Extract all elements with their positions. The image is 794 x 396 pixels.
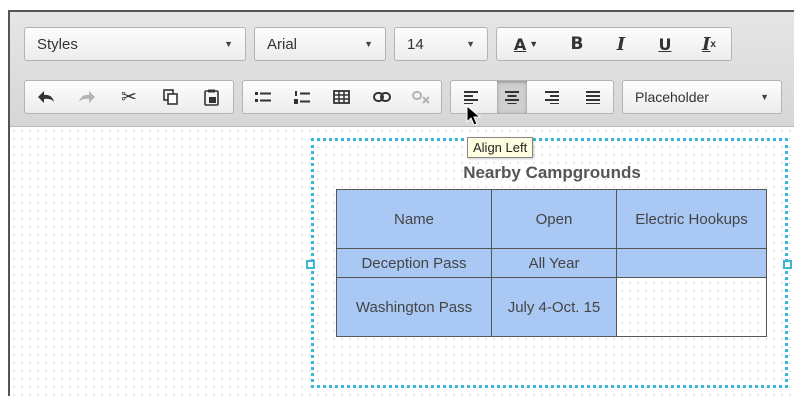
font-size-label: 14 — [407, 35, 424, 53]
undo-icon — [37, 91, 54, 103]
redo-button[interactable] — [72, 81, 102, 113]
align-center-icon — [504, 91, 519, 104]
table-cell[interactable] — [616, 277, 767, 337]
chevron-down-icon: ▼ — [529, 39, 539, 49]
link-button[interactable] — [367, 81, 397, 113]
unlink-button[interactable] — [406, 81, 436, 113]
table-cell[interactable]: Open — [491, 189, 617, 249]
table-cell[interactable]: Washington Pass — [336, 277, 492, 337]
bold-icon: B — [570, 34, 584, 54]
copy-button[interactable] — [156, 81, 186, 113]
history-clipboard-group: ✂ — [24, 80, 234, 114]
underline-button[interactable]: U — [650, 28, 680, 60]
table-cell[interactable]: Electric Hookups — [616, 189, 767, 249]
font-size-dropdown[interactable]: 14 ▼ — [394, 27, 488, 61]
table-cell[interactable]: All Year — [491, 248, 617, 278]
font-family-dropdown[interactable]: Arial ▼ — [254, 27, 386, 61]
resize-handle-right[interactable] — [783, 260, 792, 269]
align-center-button[interactable] — [496, 81, 527, 113]
clear-format-icon: I — [702, 33, 711, 55]
align-left-tooltip: Align Left — [467, 137, 534, 158]
toolbar: Styles ▼ Arial ▼ 14 ▼ A ▼ B I U Ix ✂ Pla… — [10, 12, 794, 127]
copy-icon — [162, 89, 178, 105]
clear-format-button[interactable]: Ix — [694, 28, 724, 60]
text-color-button[interactable]: A ▼ — [504, 28, 548, 60]
table-cell[interactable]: Deception Pass — [336, 248, 492, 278]
cut-button[interactable]: ✂ — [114, 81, 144, 113]
table-row: Name Open Electric Hookups — [336, 189, 767, 249]
link-icon — [372, 92, 391, 102]
text-format-group: A ▼ B I U Ix — [496, 27, 732, 61]
styles-dropdown[interactable]: Styles ▼ — [24, 27, 246, 61]
styles-dropdown-label: Styles — [37, 35, 78, 53]
align-justify-icon — [585, 91, 600, 104]
paste-icon — [204, 89, 219, 106]
clear-format-sub: x — [710, 38, 716, 50]
bold-button[interactable]: B — [562, 28, 592, 60]
bullet-list-icon — [254, 92, 271, 102]
placeholder-dropdown[interactable]: Placeholder ▼ — [622, 80, 782, 114]
unlink-icon — [412, 91, 430, 104]
text-color-icon: A — [513, 34, 527, 54]
table-icon — [333, 90, 351, 104]
mouse-pointer-icon — [466, 105, 482, 126]
redo-icon — [79, 91, 96, 103]
placeholder-label: Placeholder — [635, 89, 709, 105]
chevron-down-icon: ▼ — [760, 92, 769, 102]
align-right-button[interactable] — [537, 81, 567, 113]
table-cell[interactable]: July 4-Oct. 15 — [491, 277, 617, 337]
font-family-label: Arial — [267, 35, 298, 53]
table-row: Washington Pass July 4-Oct. 15 — [336, 277, 767, 337]
align-justify-button[interactable] — [578, 81, 608, 113]
table-row: Deception Pass All Year — [336, 248, 767, 278]
paste-button[interactable] — [197, 81, 227, 113]
italic-icon: I — [616, 33, 626, 55]
table-cell[interactable] — [616, 248, 767, 278]
align-right-icon — [545, 91, 560, 104]
align-left-icon — [464, 91, 479, 104]
italic-button[interactable]: I — [606, 28, 636, 60]
resize-handle-left[interactable] — [306, 260, 315, 269]
table-cell[interactable]: Name — [336, 189, 492, 249]
bullet-list-button[interactable] — [248, 81, 278, 113]
table-caption: Nearby Campgrounds — [463, 163, 641, 182]
chevron-down-icon: ▼ — [466, 39, 475, 49]
list-table-link-group — [242, 80, 442, 114]
undo-button[interactable] — [31, 81, 61, 113]
numbered-list-icon — [294, 90, 311, 104]
table-button[interactable] — [327, 81, 357, 113]
campgrounds-table[interactable]: Name Open Electric Hookups Deception Pas… — [336, 189, 767, 337]
underline-icon: U — [658, 34, 672, 54]
chevron-down-icon: ▼ — [224, 39, 233, 49]
numbered-list-button[interactable] — [287, 81, 317, 113]
chevron-down-icon: ▼ — [364, 39, 373, 49]
scissors-icon: ✂ — [121, 86, 137, 108]
